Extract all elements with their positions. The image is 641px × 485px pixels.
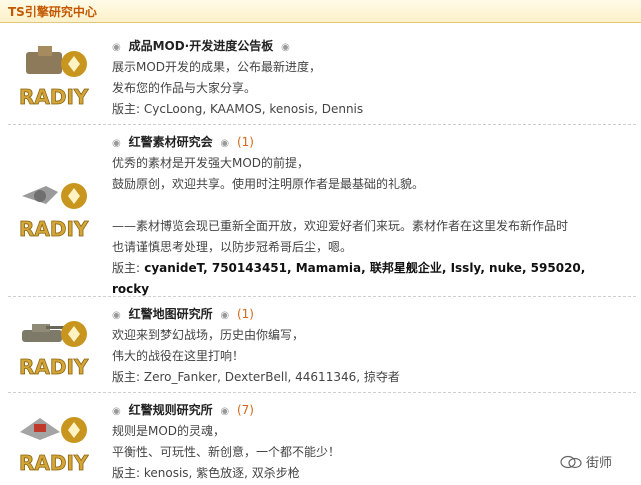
moderators-label: 版主: xyxy=(112,102,141,116)
wechat-icon xyxy=(560,455,582,469)
bullet-icon: ◉ xyxy=(112,406,121,417)
divider xyxy=(8,296,636,297)
forum-description: 规则是MOD的灵魂， xyxy=(112,424,226,438)
forum-description: 优秀的素材是开发强大MOD的前提， xyxy=(112,156,310,170)
moderators: 版主: CycLoong, KAAMOS, kenosis, Dennis xyxy=(112,99,632,120)
radiy-logo-icon: RADIY xyxy=(19,183,89,241)
moderator-link[interactable]: rocky xyxy=(112,282,149,296)
moderators-label: 版主: xyxy=(112,466,141,480)
forum-logo[interactable]: RADIY xyxy=(16,174,94,244)
post-count: (1) xyxy=(236,135,254,149)
forum-title-link[interactable]: 红警规则研究所 xyxy=(129,403,213,417)
forum-description xyxy=(112,195,632,216)
radiy-logo-icon: RADIY xyxy=(19,321,89,379)
moderator-links[interactable]: cyanideT, 750143451, Mamamia, 联邦星舰企业, Is… xyxy=(140,261,585,275)
bullet-icon: ◉ xyxy=(220,406,230,417)
moderator-links[interactable]: CycLoong, KAAMOS, kenosis, Dennis xyxy=(140,102,363,116)
forum-description: 鼓励原创，欢迎共享。使用时注明原作者是最基础的礼貌。 xyxy=(112,177,425,191)
forum-description: 平衡性、可玩性、新创意，一个都不能少！ xyxy=(112,445,341,459)
forum-logo[interactable]: RADIY xyxy=(16,312,94,382)
forum-logo[interactable]: RADIY xyxy=(16,408,94,478)
radiy-logo-icon: RADIY xyxy=(19,46,89,109)
forum-logo[interactable]: RADIY xyxy=(16,42,94,112)
forum-title-row: ◉ 成品MOD·开发进度公告板 ◉ xyxy=(112,36,632,57)
forum-description: 发布您的作品与大家分享。 xyxy=(112,81,257,95)
moderator-links[interactable]: kenosis, 紫色放逐, 双杀步枪 xyxy=(140,466,300,480)
logo-text: RADIY xyxy=(19,355,89,379)
moderators-label: 版主: xyxy=(112,370,141,384)
post-count: (1) xyxy=(236,307,254,321)
logo-text: RADIY xyxy=(19,85,89,109)
bullet-icon: ◉ xyxy=(112,138,121,149)
post-count: (7) xyxy=(236,403,254,417)
bullet-icon: ◉ xyxy=(112,310,121,321)
forum-title-link[interactable]: 红警素材研究会 xyxy=(129,135,213,149)
bullet-icon: ◉ xyxy=(220,138,230,149)
forum-title-row: ◉ 红警素材研究会 ◉ (1) xyxy=(112,132,632,153)
divider xyxy=(8,392,636,393)
bullet-icon: ◉ xyxy=(281,42,290,53)
forum-title-row: ◉ 红警地图研究所 ◉ (1) xyxy=(112,304,632,325)
watermark: 街师 xyxy=(560,452,612,471)
radiy-logo-icon: RADIY xyxy=(19,417,89,475)
forum-description: 也请谨慎思考处理，以防步冠希哥后尘，嗯。 xyxy=(112,240,353,254)
forum-description: ——素材博览会现已重新全面开放，欢迎爱好者们来玩。素材作者在这里发布新作品时 xyxy=(112,219,569,233)
divider xyxy=(8,124,636,125)
moderators-label: 版主: xyxy=(112,261,141,275)
forum-title-link[interactable]: 成品MOD·开发进度公告板 xyxy=(129,39,274,53)
forum-title-row: ◉ 红警规则研究所 ◉ (7) xyxy=(112,400,632,421)
bullet-icon: ◉ xyxy=(220,310,230,321)
forum-description: 欢迎来到梦幻战场，历史由你编写， xyxy=(112,328,305,342)
logo-text: RADIY xyxy=(19,451,89,475)
logo-text: RADIY xyxy=(19,217,89,241)
forum-description: 展示MOD开发的成果，公布最新进度， xyxy=(112,60,322,74)
moderators: 版主: cyanideT, 750143451, Mamamia, 联邦星舰企业… xyxy=(112,258,632,279)
moderators: 版主: Zero_Fanker, DexterBell, 44611346, 掠… xyxy=(112,367,632,388)
bullet-icon: ◉ xyxy=(112,42,121,53)
moderator-links[interactable]: Zero_Fanker, DexterBell, 44611346, 掠夺者 xyxy=(140,370,400,384)
forum-title-link[interactable]: 红警地图研究所 xyxy=(129,307,213,321)
moderators: 版主: kenosis, 紫色放逐, 双杀步枪 xyxy=(112,463,632,484)
section-title[interactable]: TS引擎研究中心 xyxy=(8,3,97,20)
section-header: TS引擎研究中心 xyxy=(0,0,641,23)
forum-description: 伟大的战役在这里打响！ xyxy=(112,349,245,363)
watermark-text: 街师 xyxy=(586,456,613,471)
